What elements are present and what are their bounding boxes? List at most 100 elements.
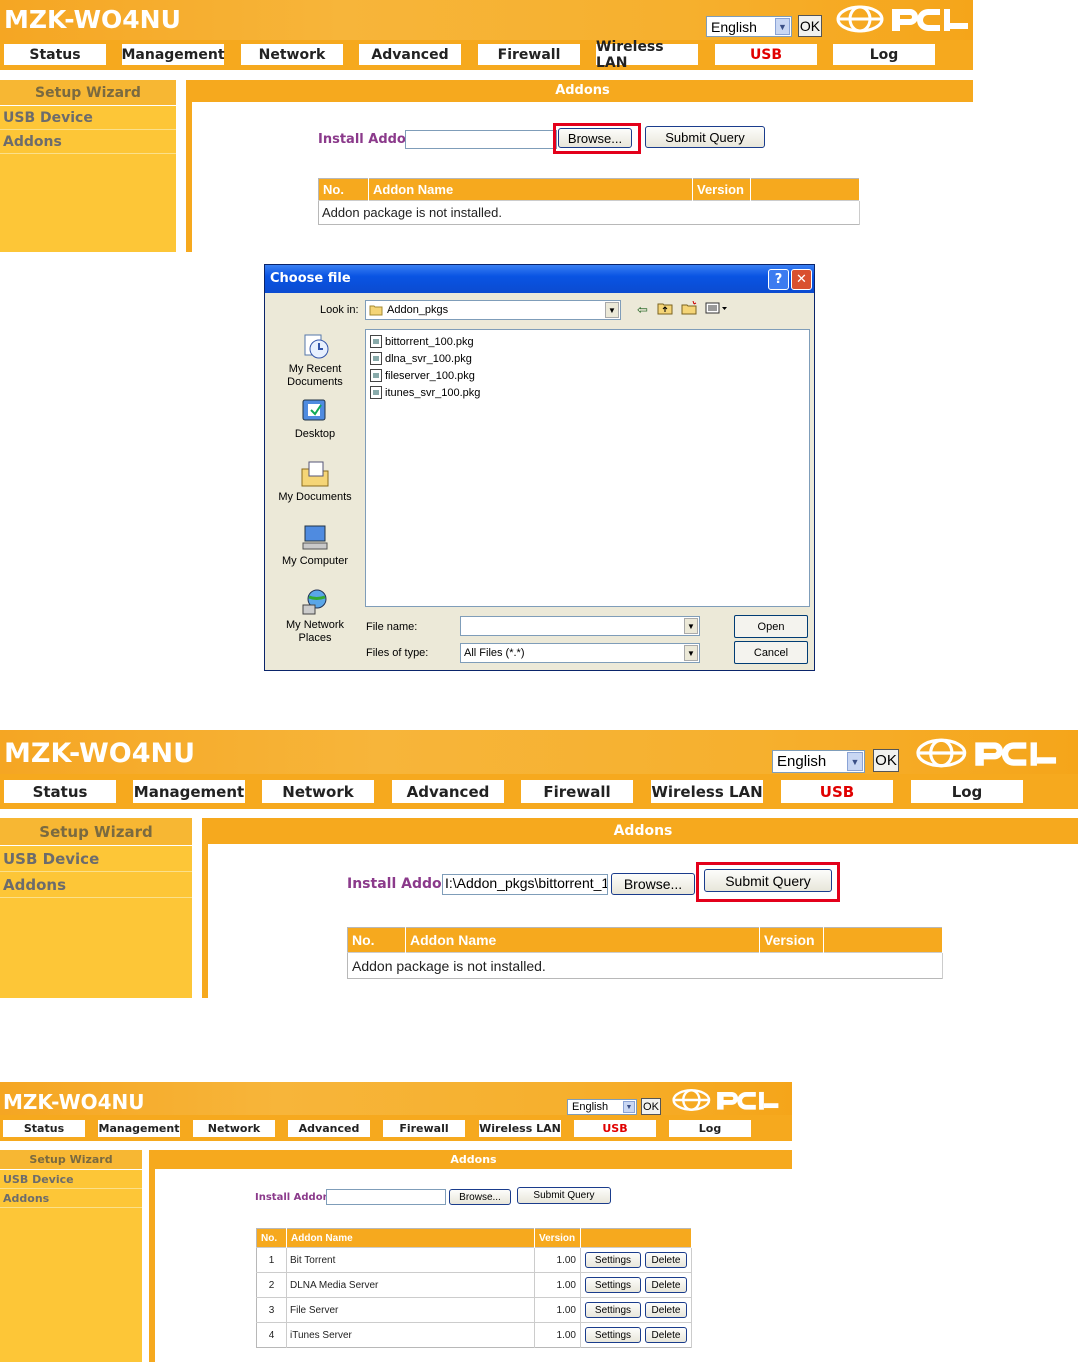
addon-actions: Settings Delete [580,1297,692,1323]
addon-version: 1.00 [534,1272,581,1298]
addon-file-input[interactable] [405,130,557,149]
tab-network[interactable]: Network [262,780,374,803]
help-button[interactable]: ? [768,269,789,290]
back-icon[interactable]: ⇦ [637,302,648,318]
col-no: No. [347,927,406,953]
language-select[interactable]: English ▼ [567,1099,637,1115]
addon-table: No. Addon Name Version Addon package is … [318,178,860,225]
settings-button[interactable]: Settings [585,1252,641,1268]
tab-advanced[interactable]: Advanced [392,780,504,803]
sidebar: Setup Wizard USB Device Addons [0,80,176,252]
browse-button[interactable]: Browse... [449,1189,511,1205]
language-ok-button[interactable]: OK [798,15,822,37]
highlight-box [696,862,840,902]
language-ok-button[interactable]: OK [641,1098,661,1115]
folder-icon [369,305,383,316]
file-item[interactable]: itunes_svr_100.pkg [366,384,809,401]
place-desktop[interactable]: Desktop [270,396,360,441]
file-item[interactable]: bittorrent_100.pkg [366,333,809,350]
tab-status[interactable]: Status [4,44,106,65]
place-my-documents[interactable]: My Documents [270,459,360,504]
close-button[interactable]: ✕ [791,269,812,290]
delete-button[interactable]: Delete [645,1277,687,1293]
place-my-computer[interactable]: My Computer [270,523,360,568]
settings-button[interactable]: Settings [585,1277,641,1293]
tab-network[interactable]: Network [241,44,343,65]
file-list: bittorrent_100.pkg dlna_svr_100.pkg file… [365,329,810,607]
tab-management[interactable]: Management [98,1120,180,1137]
col-version: Version [692,178,751,201]
tab-log[interactable]: Log [911,780,1023,803]
tab-wireless-lan[interactable]: Wireless LAN [596,39,698,71]
language-select[interactable]: English ▼ [706,16,792,37]
tab-management[interactable]: Management [121,44,225,65]
place-my-network-places[interactable]: My Network Places [270,587,360,645]
settings-button[interactable]: Settings [585,1327,641,1343]
sidebar-item-usb-device[interactable]: USB Device [0,846,192,872]
file-item[interactable]: dlna_svr_100.pkg [366,350,809,367]
delete-button[interactable]: Delete [645,1302,687,1318]
tab-usb[interactable]: USB [574,1120,656,1137]
sidebar-item-addons[interactable]: Addons [0,872,192,898]
col-actions [823,927,943,953]
tab-status[interactable]: Status [4,780,116,803]
tab-advanced[interactable]: Advanced [359,44,461,65]
chevron-down-icon: ▼ [684,618,698,634]
tab-wireless-lan[interactable]: Wireless LAN [651,780,763,803]
new-folder-icon[interactable] [681,300,697,318]
file-name-input[interactable]: ▼ [460,616,700,636]
submit-query-button[interactable]: Submit Query [517,1187,611,1204]
file-item[interactable]: fileserver_100.pkg [366,367,809,384]
place-recent-documents[interactable]: My Recent Documents [270,331,360,389]
place-label: My Recent Documents [287,363,343,388]
sidebar-item-addons[interactable]: Addons [0,1189,142,1208]
view-menu-icon[interactable] [705,301,729,318]
sidebar-item-usb-device[interactable]: USB Device [0,106,176,130]
tab-network[interactable]: Network [193,1120,275,1137]
tab-usb[interactable]: USB [781,780,893,803]
language-ok-button[interactable]: OK [873,749,899,772]
tab-log[interactable]: Log [833,44,935,65]
network-places-icon [299,587,331,617]
open-button[interactable]: Open [734,615,808,638]
addon-version: 1.00 [534,1322,581,1348]
table-row: 3 File Server 1.00 Settings Delete [256,1297,692,1323]
language-value: English [777,753,827,770]
up-folder-icon[interactable] [657,301,673,318]
addon-file-input[interactable]: I:\Addon_pkgs\bittorrent_1 [442,874,608,895]
col-actions [580,1228,692,1248]
tab-firewall[interactable]: Firewall [521,780,633,803]
tab-firewall[interactable]: Firewall [478,44,580,65]
addon-no: 3 [256,1297,287,1323]
sidebar-title[interactable]: Setup Wizard [0,1150,142,1170]
addon-name: DLNA Media Server [286,1272,535,1298]
file-type-value: All Files (*.*) [464,647,525,659]
sidebar-title[interactable]: Setup Wizard [0,818,192,846]
tab-usb[interactable]: USB [715,44,817,65]
chevron-down-icon: ▼ [684,645,698,661]
chevron-down-icon: ▼ [623,1101,635,1113]
look-in-select[interactable]: Addon_pkgs ▼ [365,300,621,320]
file-name: dlna_svr_100.pkg [385,352,472,365]
sidebar-item-usb-device[interactable]: USB Device [0,1170,142,1189]
tab-status[interactable]: Status [3,1120,85,1137]
tab-management[interactable]: Management [133,780,245,803]
browse-button[interactable]: Browse... [611,873,695,895]
tab-advanced[interactable]: Advanced [288,1120,370,1137]
tab-log[interactable]: Log [669,1120,751,1137]
delete-button[interactable]: Delete [645,1252,687,1268]
language-value: English [572,1101,609,1113]
language-select[interactable]: English ▼ [772,750,865,773]
submit-query-button[interactable]: Submit Query [645,126,765,148]
sidebar-item-addons[interactable]: Addons [0,130,176,154]
cancel-button[interactable]: Cancel [734,641,808,664]
col-no: No. [318,178,369,201]
addon-file-input[interactable] [326,1189,446,1205]
settings-button[interactable]: Settings [585,1302,641,1318]
tab-wireless-lan[interactable]: Wireless LAN [479,1120,561,1137]
pci-logo-icon [836,5,968,33]
tab-firewall[interactable]: Firewall [383,1120,465,1137]
file-type-select[interactable]: All Files (*.*) ▼ [460,643,700,663]
sidebar-title[interactable]: Setup Wizard [0,80,176,106]
delete-button[interactable]: Delete [645,1327,687,1343]
